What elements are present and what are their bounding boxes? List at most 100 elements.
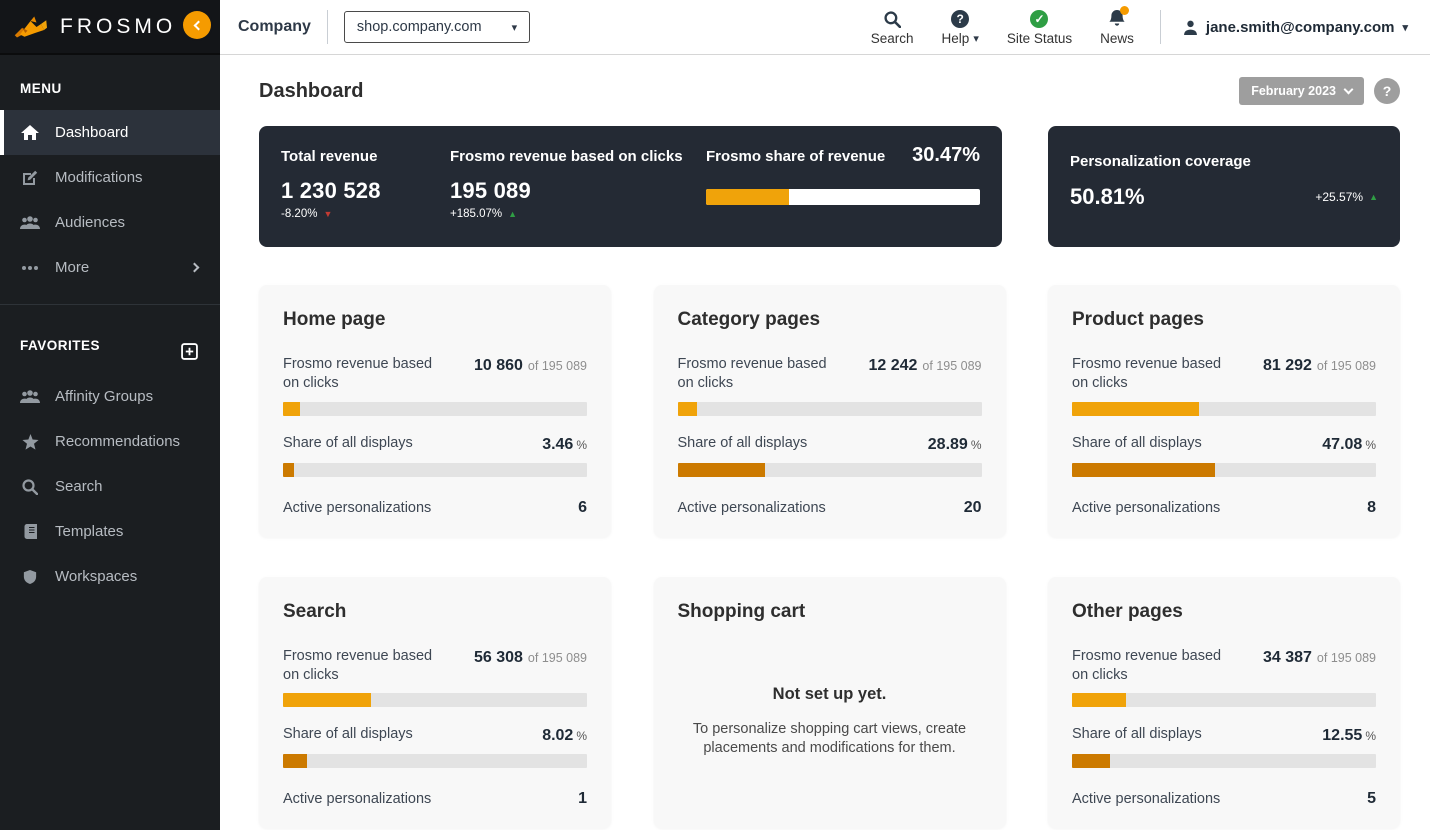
topnav-site-status[interactable]: ✓ Site Status bbox=[1007, 8, 1072, 46]
total-revenue-label: Total revenue bbox=[281, 148, 378, 165]
sidebar-item-templates[interactable]: Templates bbox=[0, 509, 220, 554]
page-help-button[interactable]: ? bbox=[1374, 78, 1400, 104]
revenue-value: 12 242 bbox=[868, 357, 918, 374]
users-icon bbox=[20, 215, 40, 230]
trend-up-icon: ▲ bbox=[508, 208, 518, 219]
revenue-progress bbox=[283, 401, 587, 416]
revenue-progress bbox=[1072, 401, 1376, 416]
frosmo-revenue-delta: +185.07% bbox=[450, 208, 503, 220]
share-of-revenue-value: 30.47% bbox=[912, 144, 980, 166]
card-title: Category pages bbox=[677, 309, 821, 330]
topnav-label: News bbox=[1100, 31, 1134, 46]
card-title: Home page bbox=[283, 309, 386, 330]
sidebar-item-recommendations[interactable]: Recommendations bbox=[0, 419, 220, 464]
revenue-progress-fill bbox=[1072, 401, 1199, 416]
share-progress bbox=[1072, 462, 1376, 477]
share-progress-fill bbox=[677, 462, 766, 477]
sidebar-item-label: Templates bbox=[55, 523, 124, 540]
sidebar-item-label: Workspaces bbox=[55, 568, 138, 585]
share-value: 8.02 bbox=[542, 727, 574, 745]
sidebar-item-label: Recommendations bbox=[55, 433, 181, 450]
kpi-row: Total revenue 1 230 528 -8.20% ▼ Frosmo … bbox=[259, 126, 1400, 247]
sidebar: FROSMO MENU Dashboard Modifications Audi… bbox=[0, 0, 220, 830]
sidebar-item-audiences[interactable]: Audiences bbox=[0, 200, 220, 245]
period-selector-button[interactable]: February 2023 bbox=[1239, 77, 1364, 105]
shield-icon bbox=[20, 569, 40, 585]
caret-down-icon: ▾ bbox=[511, 21, 518, 34]
revenue-progress bbox=[1072, 693, 1376, 708]
search-icon bbox=[884, 8, 901, 28]
sidebar-item-more[interactable]: More bbox=[0, 245, 220, 290]
ellipsis-icon bbox=[20, 265, 40, 270]
empty-state: Not set up yet. To personalize shopping … bbox=[678, 685, 982, 759]
sidebar-item-workspaces[interactable]: Workspaces bbox=[0, 554, 220, 599]
chevron-right-icon bbox=[189, 262, 200, 273]
card-title: Shopping cart bbox=[677, 600, 806, 622]
active-personalizations-label: Active personalizations bbox=[283, 791, 432, 808]
share-value: 3.46 bbox=[542, 435, 574, 453]
revenue-total: 195 089 bbox=[541, 650, 587, 665]
company-label: Company bbox=[238, 18, 311, 35]
site-selector[interactable]: shop.company.com ▾ bbox=[343, 11, 531, 43]
sidebar-item-label: Dashboard bbox=[55, 124, 129, 141]
help-circle-icon: ? bbox=[951, 8, 970, 28]
news-badge-dot bbox=[1120, 6, 1130, 15]
plus-square-icon bbox=[181, 343, 198, 360]
share-progress bbox=[283, 754, 587, 769]
page-cards-grid: Home page Frosmo revenue based on clicks… bbox=[259, 285, 1400, 829]
revenue-progress bbox=[283, 693, 587, 708]
sidebar-item-search[interactable]: Search bbox=[0, 464, 220, 509]
bell-icon bbox=[1108, 6, 1130, 28]
add-favorite-button[interactable] bbox=[181, 343, 198, 360]
topnav-search[interactable]: Search bbox=[871, 8, 914, 46]
revenue-value: 56 308 bbox=[473, 648, 523, 666]
active-personalizations-value: 1 bbox=[578, 790, 587, 808]
trend-down-icon: ▼ bbox=[323, 208, 333, 219]
caret-down-icon: ▾ bbox=[973, 33, 979, 45]
sidebar-item-label: Search bbox=[55, 478, 103, 495]
share-metric-label: Share of all displays bbox=[283, 434, 413, 451]
topnav-label: Site Status bbox=[1006, 31, 1073, 46]
topnav-news[interactable]: News bbox=[1100, 6, 1134, 46]
sidebar-collapse-button[interactable] bbox=[183, 11, 211, 39]
card-category-pages: Category pages Frosmo revenue based on c… bbox=[653, 285, 1006, 537]
page-title: Dashboard bbox=[259, 79, 364, 102]
revenue-metric-label: Frosmo revenue based on clicks bbox=[677, 356, 827, 391]
topnav-label: Search bbox=[870, 31, 914, 46]
sidebar-item-modifications[interactable]: Modifications bbox=[0, 155, 220, 200]
revenue-total: 195 089 bbox=[936, 359, 982, 373]
frosmo-logo[interactable]: FROSMO bbox=[14, 15, 176, 39]
topnav-label: Help bbox=[941, 31, 970, 46]
caret-down-icon: ▾ bbox=[1402, 21, 1408, 34]
star-icon bbox=[20, 433, 40, 450]
chevron-left-icon bbox=[193, 20, 204, 30]
personalization-coverage-delta: +25.57% bbox=[1315, 190, 1364, 204]
share-value: 47.08 bbox=[1322, 435, 1363, 453]
topnav-help[interactable]: ? Help ▾ bbox=[942, 8, 979, 46]
share-metric-label: Share of all displays bbox=[283, 726, 413, 743]
share-progress bbox=[677, 462, 982, 477]
user-menu[interactable]: jane.smith@company.com ▾ bbox=[1159, 10, 1408, 44]
main-menu: Dashboard Modifications Audiences More bbox=[0, 110, 220, 290]
share-progress bbox=[1072, 754, 1376, 769]
page-header: Dashboard February 2023 ? bbox=[259, 71, 1400, 111]
personalization-coverage-card: Personalization coverage 50.81% +25.57% … bbox=[1048, 126, 1400, 247]
active-personalizations-value: 6 bbox=[578, 498, 587, 516]
revenue-value: 34 387 bbox=[1262, 648, 1312, 666]
active-personalizations-label: Active personalizations bbox=[283, 499, 432, 516]
site-selector-value: shop.company.com bbox=[356, 19, 482, 35]
share-of-revenue-progress bbox=[706, 189, 980, 205]
sidebar-item-affinity-groups[interactable]: Affinity Groups bbox=[0, 374, 220, 419]
active-personalizations-label: Active personalizations bbox=[1072, 499, 1221, 516]
total-revenue-delta: -8.20% bbox=[281, 208, 318, 220]
sidebar-item-dashboard[interactable]: Dashboard bbox=[0, 110, 220, 155]
check-circle-icon: ✓ bbox=[1030, 8, 1049, 28]
card-title: Other pages bbox=[1072, 600, 1183, 622]
topbar-divider bbox=[326, 10, 328, 44]
empty-state-message: To personalize shopping cart views, crea… bbox=[692, 720, 967, 757]
personalization-coverage-label: Personalization coverage bbox=[1070, 153, 1251, 170]
revenue-total: 195 089 bbox=[1330, 359, 1376, 373]
card-shopping-cart: Shopping cart Not set up yet. To persona… bbox=[653, 576, 1006, 829]
revenue-metric-label: Frosmo revenue based on clicks bbox=[283, 356, 433, 391]
book-icon bbox=[20, 524, 40, 539]
